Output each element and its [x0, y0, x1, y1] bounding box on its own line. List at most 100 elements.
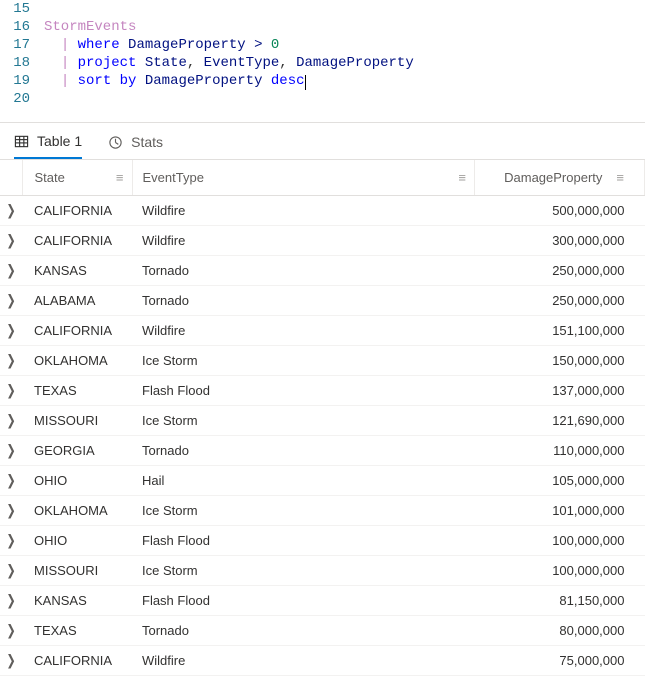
cell-eventtype: Wildfire — [132, 196, 475, 226]
cell-eventtype: Ice Storm — [132, 346, 475, 376]
table-row[interactable]: ❯KANSASFlash Flood81,150,000 — [0, 586, 645, 616]
cell-state: ALABAMA — [22, 286, 132, 316]
line-content[interactable]: | project State, EventType, DamageProper… — [44, 54, 414, 72]
column-header-eventtype-label: EventType — [143, 170, 204, 185]
cell-damageproperty: 121,690,000 — [475, 406, 645, 436]
cell-damageproperty: 300,000,000 — [475, 226, 645, 256]
row-expand-toggle[interactable]: ❯ — [0, 376, 22, 406]
chevron-right-icon: ❯ — [6, 472, 15, 489]
cell-eventtype: Ice Storm — [132, 556, 475, 586]
editor-line[interactable]: 15 — [0, 0, 645, 18]
line-number: 15 — [0, 0, 44, 18]
table-row[interactable]: ❯TEXASFlash Flood137,000,000 — [0, 376, 645, 406]
tab-stats[interactable]: Stats — [108, 133, 163, 159]
cell-state: TEXAS — [22, 616, 132, 646]
table-row[interactable]: ❯OKLAHOMAIce Storm150,000,000 — [0, 346, 645, 376]
cell-damageproperty: 105,000,000 — [475, 466, 645, 496]
result-tabs: Table 1 Stats — [0, 123, 645, 159]
table-row[interactable]: ❯ALABAMATornado250,000,000 — [0, 286, 645, 316]
table-row[interactable]: ❯TEXASTornado80,000,000 — [0, 616, 645, 646]
cell-state: OHIO — [22, 466, 132, 496]
editor-line[interactable]: 18 | project State, EventType, DamagePro… — [0, 54, 645, 72]
chevron-right-icon: ❯ — [6, 592, 15, 609]
table-row[interactable]: ❯CALIFORNIAWildfire151,100,000 — [0, 316, 645, 346]
cell-eventtype: Tornado — [132, 256, 475, 286]
cell-eventtype: Ice Storm — [132, 406, 475, 436]
row-expand-toggle[interactable]: ❯ — [0, 316, 22, 346]
cell-damageproperty: 81,150,000 — [475, 586, 645, 616]
line-number: 19 — [0, 72, 44, 90]
chevron-right-icon: ❯ — [6, 412, 15, 429]
cell-damageproperty: 250,000,000 — [475, 286, 645, 316]
cell-state: OKLAHOMA — [22, 346, 132, 376]
row-expand-toggle[interactable]: ❯ — [0, 466, 22, 496]
table-row[interactable]: ❯ CALIFORNIAWildfire500,000,000 — [0, 196, 645, 226]
table-row[interactable]: ❯MISSOURIIce Storm121,690,000 — [0, 406, 645, 436]
row-expand-toggle[interactable]: ❯ — [0, 436, 22, 466]
cell-state: OKLAHOMA — [22, 496, 132, 526]
cell-state: GEORGIA — [22, 436, 132, 466]
text-cursor — [305, 75, 306, 90]
line-content[interactable]: StormEvents — [44, 18, 136, 36]
cell-eventtype: Wildfire — [132, 646, 475, 676]
line-content[interactable]: | sort by DamageProperty desc — [44, 72, 306, 90]
line-number: 16 — [0, 18, 44, 36]
cell-state: KANSAS — [22, 256, 132, 286]
column-menu-icon[interactable]: ≡ — [452, 170, 466, 185]
editor-line[interactable]: 20 — [0, 90, 645, 108]
table-row[interactable]: ❯CALIFORNIAWildfire75,000,000 — [0, 646, 645, 676]
editor-line[interactable]: 19 | sort by DamageProperty desc — [0, 72, 645, 90]
chevron-right-icon: ❯ — [6, 502, 15, 519]
row-expand-toggle[interactable]: ❯ — [0, 646, 22, 676]
row-expand-toggle[interactable]: ❯ — [0, 406, 22, 436]
table-row[interactable]: ❯ KANSASTornado250,000,000 — [0, 256, 645, 286]
editor-line[interactable]: 16StormEvents — [0, 18, 645, 36]
row-expand-toggle[interactable]: ❯ — [0, 286, 22, 316]
line-number: 20 — [0, 90, 44, 108]
cell-damageproperty: 500,000,000 — [475, 196, 645, 226]
column-header-damageproperty[interactable]: DamageProperty ≡ — [475, 160, 645, 196]
chevron-right-icon: ❯ — [6, 352, 15, 369]
chevron-right-icon: ❯ — [6, 262, 15, 279]
table-row[interactable]: ❯ MISSOURIIce Storm100,000,000 — [0, 556, 645, 586]
cell-eventtype: Wildfire — [132, 226, 475, 256]
line-number: 18 — [0, 54, 44, 72]
chevron-right-icon: ❯ — [6, 382, 15, 399]
column-header-state[interactable]: State ≡ — [22, 160, 132, 196]
editor-line[interactable]: 17 | where DamageProperty > 0 — [0, 36, 645, 54]
chevron-right-icon: ❯ — [6, 622, 15, 639]
cell-damageproperty: 80,000,000 — [475, 616, 645, 646]
table-row[interactable]: ❯OKLAHOMAIce Storm101,000,000 — [0, 496, 645, 526]
column-header-eventtype[interactable]: EventType ≡ — [132, 160, 475, 196]
cell-eventtype: Flash Flood — [132, 376, 475, 406]
row-expand-toggle[interactable]: ❯ — [0, 616, 22, 646]
cell-damageproperty: 100,000,000 — [475, 556, 645, 586]
row-expand-toggle[interactable]: ❯ — [0, 526, 22, 556]
chevron-right-icon: ❯ — [6, 202, 15, 219]
tab-table[interactable]: Table 1 — [14, 133, 82, 159]
row-expand-toggle[interactable]: ❯ — [0, 226, 22, 256]
cell-damageproperty: 250,000,000 — [475, 256, 645, 286]
cell-state: MISSOURI — [22, 556, 132, 586]
column-menu-icon[interactable]: ≡ — [110, 170, 124, 185]
line-content[interactable]: | where DamageProperty > 0 — [44, 36, 279, 54]
table-row[interactable]: ❯GEORGIATornado110,000,000 — [0, 436, 645, 466]
line-number: 17 — [0, 36, 44, 54]
table-row[interactable]: ❯CALIFORNIAWildfire300,000,000 — [0, 226, 645, 256]
row-expand-toggle[interactable]: ❯ — [0, 556, 22, 586]
table-row[interactable]: ❯OHIOHail105,000,000 — [0, 466, 645, 496]
cell-state: CALIFORNIA — [22, 226, 132, 256]
cell-damageproperty: 137,000,000 — [475, 376, 645, 406]
row-expand-toggle[interactable]: ❯ — [0, 496, 22, 526]
query-editor[interactable]: 1516StormEvents17 | where DamageProperty… — [0, 0, 645, 108]
table-row[interactable]: ❯OHIOFlash Flood100,000,000 — [0, 526, 645, 556]
row-expand-toggle[interactable]: ❯ — [0, 196, 22, 226]
row-expand-toggle[interactable]: ❯ — [0, 346, 22, 376]
row-expand-toggle[interactable]: ❯ — [0, 256, 22, 286]
cell-damageproperty: 110,000,000 — [475, 436, 645, 466]
chevron-right-icon: ❯ — [6, 562, 15, 579]
column-menu-icon[interactable]: ≡ — [610, 170, 624, 185]
cell-state: CALIFORNIA — [22, 196, 132, 226]
row-expand-toggle[interactable]: ❯ — [0, 586, 22, 616]
chevron-right-icon: ❯ — [6, 322, 15, 339]
